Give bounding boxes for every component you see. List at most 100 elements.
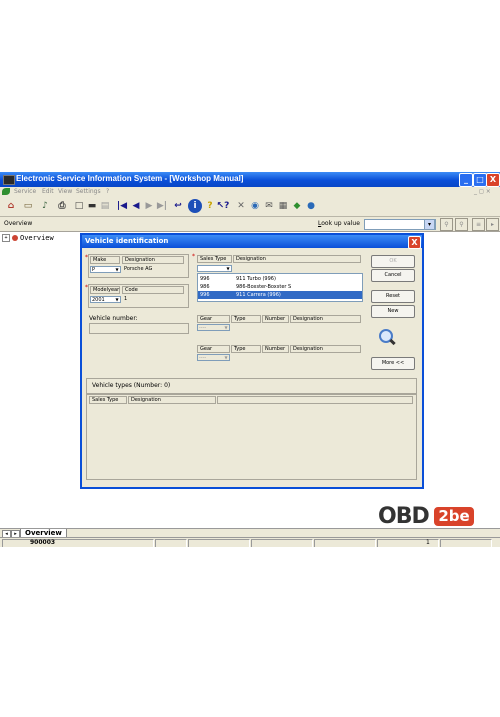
required-marker: * xyxy=(192,253,195,260)
status-cell xyxy=(440,539,492,547)
new-page-icon[interactable]: □ xyxy=(72,199,86,213)
leaf-icon xyxy=(2,188,10,195)
toolbar: ⌂ ▭ ♪ ⎙ □ ▬ ▤ |◀ ◀ ▶ ▶| ↩ i ? ↖? ✕ ◉ ✉ ▦… xyxy=(0,197,500,217)
sales-type-option-selected[interactable]: 996 911 Carrera (996) xyxy=(198,291,362,299)
help-icon[interactable]: ? xyxy=(203,199,217,213)
search-icon[interactable] xyxy=(379,329,396,346)
status-cell-code xyxy=(2,539,154,547)
tools-icon[interactable]: ✕ xyxy=(234,199,248,213)
lookup-search-icon[interactable]: ⚲ xyxy=(440,218,453,231)
make-select[interactable]: P ▼ xyxy=(90,266,121,273)
obd2be-logo: OBD 2be xyxy=(378,503,474,529)
ok-button[interactable]: OK xyxy=(371,255,415,268)
vehicle-types-label: Vehicle types (Number: 0) xyxy=(92,382,171,389)
context-help-icon[interactable]: ↖? xyxy=(216,199,230,213)
lookup-export-icon[interactable]: ▸ xyxy=(486,218,499,231)
status-cell xyxy=(188,539,250,547)
minimize-button[interactable]: _ xyxy=(459,173,473,187)
reset-button[interactable]: Reset xyxy=(371,290,415,303)
status-cell xyxy=(314,539,376,547)
tree-item-label: Overview xyxy=(20,234,54,242)
status-cell xyxy=(251,539,313,547)
sound-icon[interactable]: ♪ xyxy=(38,199,52,213)
chevron-down-icon: ▼ xyxy=(224,325,228,330)
logo-text: OBD xyxy=(378,504,430,529)
open-icon[interactable]: ▭ xyxy=(21,199,35,213)
vehicle-types-table xyxy=(86,394,417,480)
menu-settings[interactable]: Settings xyxy=(76,188,101,195)
menu-view[interactable]: View xyxy=(58,188,72,195)
close-button[interactable]: X xyxy=(486,173,500,187)
tree-node-icon xyxy=(12,235,18,241)
column-header-empty xyxy=(217,396,413,404)
car-icon[interactable]: ▬ xyxy=(85,199,99,213)
status-bar: 900003 1 xyxy=(0,537,500,547)
make-designation: Porsche AG xyxy=(124,266,153,272)
info-icon[interactable]: i xyxy=(188,199,202,213)
sales-type-designation-header: Designation xyxy=(233,255,361,263)
new-button[interactable]: New xyxy=(371,305,415,318)
restore-button[interactable]: □ xyxy=(473,173,487,187)
menu-service[interactable]: Service xyxy=(14,188,36,195)
menu-bar: Service Edit View Settings ? _ ◻ × xyxy=(0,187,500,197)
dialog-title: Vehicle identification xyxy=(82,235,422,248)
last-icon[interactable]: ▶| xyxy=(155,199,169,213)
next-icon[interactable]: ▶ xyxy=(142,199,156,213)
dialog-close-button[interactable]: X xyxy=(408,236,421,249)
chevron-down-icon: ▼ xyxy=(226,266,230,271)
title-bar: Electronic Service Information System - … xyxy=(0,172,500,187)
sales-type-option[interactable]: 996 911 Turbo (996) xyxy=(198,275,362,283)
number-header: Number xyxy=(262,345,289,353)
column-header-sales-type[interactable]: Sales Type xyxy=(89,396,127,404)
type-header: Type xyxy=(231,345,261,353)
tree-item-overview[interactable]: + Overview xyxy=(2,234,54,242)
first-icon[interactable]: |◀ xyxy=(115,199,129,213)
make-designation-header: Designation xyxy=(122,256,184,264)
home-icon[interactable]: ⌂ xyxy=(4,199,18,213)
more-button[interactable]: More << xyxy=(371,357,415,370)
chevron-down-icon: ▼ xyxy=(115,297,119,302)
code-header: Code xyxy=(122,286,184,294)
sales-type-header: Sales Type xyxy=(197,255,232,263)
gear-header: Gear xyxy=(197,345,230,353)
mdi-window-controls[interactable]: _ ◻ × xyxy=(474,188,491,195)
vehicle-number-field[interactable] xyxy=(89,323,189,334)
modelyear-select[interactable]: 2001 ▼ xyxy=(90,296,121,303)
modelyear-header: Modelyear xyxy=(90,286,120,294)
cancel-button[interactable]: Cancel xyxy=(371,269,415,282)
gear-header: Gear xyxy=(197,315,230,323)
fax-icon[interactable]: ▤ xyxy=(98,199,112,213)
menu-help[interactable]: ? xyxy=(106,188,109,195)
lookup-bar: Overview Look up value ▾ ⚲ ⚲ ≡ ▸ xyxy=(0,217,500,232)
book-icon[interactable]: ◆ xyxy=(290,199,304,213)
section-label: Overview xyxy=(4,220,33,227)
gear-select[interactable]: ---- ▼ xyxy=(197,354,230,361)
tree-expand-icon[interactable]: + xyxy=(2,234,10,242)
sales-type-option[interactable]: 986 986-Boxster-Boxster S xyxy=(198,283,362,291)
return-icon[interactable]: ↩ xyxy=(171,199,185,213)
app-icon xyxy=(3,175,15,185)
print-icon[interactable]: ⎙ xyxy=(55,199,69,213)
mail-icon[interactable]: ✉ xyxy=(262,199,276,213)
document-icon[interactable]: ▦ xyxy=(276,199,290,213)
make-header: Make xyxy=(90,256,120,264)
gear-select[interactable]: ---- ▼ xyxy=(197,324,230,331)
lookup-search-next-icon[interactable]: ⚲ xyxy=(455,218,468,231)
vehicle-number-label: Vehicle number: xyxy=(89,315,138,322)
sales-type-dropdown-list: 996 911 Turbo (996) 986 986-Boxster-Boxste… xyxy=(197,273,363,302)
type-header: Type xyxy=(231,315,261,323)
prev-icon[interactable]: ◀ xyxy=(129,199,143,213)
logo-badge: 2be xyxy=(434,507,474,526)
lookup-dropdown-icon[interactable]: ▾ xyxy=(424,219,435,230)
chevron-down-icon: ▼ xyxy=(115,267,119,272)
sales-type-select[interactable]: ▼ xyxy=(197,265,232,272)
menu-edit[interactable]: Edit xyxy=(42,188,54,195)
column-header-designation[interactable]: Designation xyxy=(128,396,216,404)
status-page: 1 xyxy=(426,539,430,546)
modelyear-code: 1 xyxy=(124,296,128,302)
database-icon[interactable]: ◉ xyxy=(248,199,262,213)
lookup-list-icon[interactable]: ≡ xyxy=(472,218,485,231)
globe-icon[interactable]: ● xyxy=(304,199,318,213)
window-title: Electronic Service Information System - … xyxy=(16,174,244,183)
status-cell xyxy=(155,539,187,547)
